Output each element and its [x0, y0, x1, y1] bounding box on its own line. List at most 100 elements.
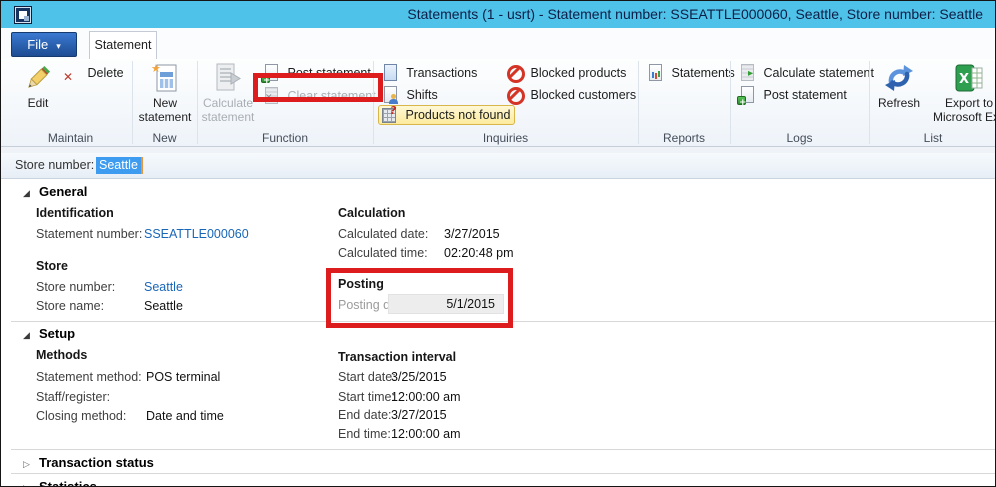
- start-time-value: 12:00:00 am: [391, 390, 461, 404]
- post-statement-log-button[interactable]: Post statement: [739, 86, 847, 106]
- edit-label: Edit: [28, 96, 49, 110]
- export-excel-button[interactable]: X Export to Microsoft Exc: [927, 62, 996, 124]
- statements-window: Statements (1 - usrt) - Statement number…: [0, 0, 996, 487]
- blocked-icon: [506, 86, 523, 103]
- expander-open-icon: [23, 188, 39, 199]
- group-label-reports: Reports: [638, 131, 730, 145]
- blocked-products-label: Blocked products: [530, 66, 626, 80]
- post-statement-button[interactable]: Post statement: [263, 64, 371, 84]
- statistics-title: Statistics: [39, 479, 97, 487]
- svg-text:X: X: [959, 72, 969, 87]
- setup-title: Setup: [39, 326, 75, 341]
- end-time-label: End time:: [338, 427, 391, 441]
- store-subheader: Store: [36, 259, 68, 273]
- blocked-customers-button[interactable]: Blocked customers: [506, 86, 636, 106]
- calculate-statement-button[interactable]: Calculate statement: [199, 62, 257, 124]
- products-not-found-button[interactable]: Products not found: [378, 105, 515, 125]
- shifts-icon: [382, 86, 399, 103]
- pencil-icon: [22, 62, 54, 94]
- expander-closed-icon: [23, 483, 39, 487]
- statements-report-label: Statements: [671, 66, 734, 80]
- file-menu-label: File: [27, 37, 48, 52]
- statement-method-value: POS terminal: [146, 370, 220, 384]
- general-title: General: [39, 184, 87, 199]
- delete-button[interactable]: ✕ Delete: [63, 64, 124, 84]
- calculated-date-value: 3/27/2015: [444, 227, 500, 241]
- new-statement-icon: ★: [149, 62, 181, 94]
- calculated-date-label: Calculated date:: [338, 227, 428, 241]
- post-statement-label: Post statement: [287, 66, 370, 80]
- calculation-subheader: Calculation: [338, 206, 405, 220]
- section-header-transaction-status[interactable]: Transaction status: [23, 455, 154, 470]
- file-menu-button[interactable]: File: [11, 32, 77, 57]
- blocked-customers-label: Blocked customers: [530, 88, 636, 102]
- transactions-button[interactable]: Transactions: [382, 64, 477, 84]
- section-header-general[interactable]: General: [23, 184, 87, 199]
- statement-number-label: Statement number:: [36, 227, 142, 241]
- end-time-value: 12:00:00 am: [391, 427, 461, 441]
- section-divider: [11, 321, 995, 322]
- clear-statement-label: Clear statement: [287, 89, 375, 103]
- store-number-value[interactable]: Seattle: [144, 280, 183, 294]
- filter-store-number-label: Store number:: [15, 158, 94, 172]
- expander-open-icon: [23, 330, 39, 341]
- calculate-statement-log-label: Calculate statement: [763, 66, 873, 80]
- blocked-products-button[interactable]: Blocked products: [506, 64, 626, 84]
- section-header-statistics[interactable]: Statistics: [23, 479, 97, 487]
- export-excel-label: Export to Microsoft Exc: [933, 96, 996, 124]
- staff-register-label: Staff/register:: [36, 390, 110, 404]
- statement-number-value[interactable]: SSEATTLE000060: [144, 227, 249, 241]
- refresh-icon: [883, 62, 915, 94]
- store-number-label: Store number:: [36, 280, 115, 294]
- statement-method-label: Statement method:: [36, 370, 142, 384]
- chevron-down-icon: [56, 35, 61, 58]
- filter-bar: Store number: Seattle: [1, 153, 995, 179]
- app-icon: [14, 6, 32, 24]
- transaction-status-title: Transaction status: [39, 455, 154, 470]
- end-date-value: 3/27/2015: [391, 408, 447, 422]
- clear-statement-icon: [263, 87, 280, 104]
- identification-subheader: Identification: [36, 206, 114, 220]
- edit-button[interactable]: Edit: [15, 62, 61, 110]
- titlebar[interactable]: Statements (1 - usrt) - Statement number…: [1, 1, 995, 28]
- section-divider: [11, 449, 995, 450]
- posting-date-input[interactable]: 5/1/2015: [388, 294, 504, 314]
- refresh-button[interactable]: Refresh: [873, 62, 925, 110]
- form-content: General Identification Statement number:…: [1, 179, 995, 486]
- group-label-maintain: Maintain: [9, 131, 132, 145]
- tab-row: File Statement: [1, 28, 995, 59]
- transactions-icon: [382, 64, 399, 81]
- window-title: Statements (1 - usrt) - Statement number…: [407, 6, 983, 22]
- blocked-icon: [506, 64, 523, 81]
- start-date-value: 3/25/2015: [391, 370, 447, 384]
- delete-x-icon: ✕: [63, 68, 80, 85]
- closing-method-label: Closing method:: [36, 409, 126, 423]
- clear-statement-button[interactable]: Clear statement: [263, 87, 376, 107]
- calculate-log-icon: [739, 64, 756, 81]
- section-divider: [11, 473, 995, 474]
- group-label-function: Function: [197, 131, 373, 145]
- svg-text:★: ★: [151, 62, 161, 75]
- store-name-label: Store name:: [36, 299, 104, 313]
- products-not-found-icon: [381, 106, 398, 123]
- start-time-label: Start time:: [338, 390, 395, 404]
- new-statement-label: New statement: [139, 96, 192, 124]
- section-header-setup[interactable]: Setup: [23, 326, 75, 341]
- shifts-label: Shifts: [406, 88, 437, 102]
- closing-method-value: Date and time: [146, 409, 224, 423]
- calculate-statement-log-button[interactable]: Calculate statement: [739, 64, 874, 84]
- statements-report-icon: [647, 64, 664, 81]
- ribbon: Edit ✕ Delete Maintain ★ New statement N…: [1, 59, 995, 147]
- filter-store-number-input[interactable]: Seattle: [96, 157, 143, 174]
- calculate-statement-icon: [212, 62, 244, 94]
- calculate-statement-label: Calculate statement: [202, 96, 255, 124]
- delete-label: Delete: [87, 66, 123, 80]
- store-name-value: Seattle: [144, 299, 183, 313]
- transactions-label: Transactions: [406, 66, 477, 80]
- statements-report-button[interactable]: Statements: [647, 64, 735, 84]
- calculated-time-value: 02:20:48 pm: [444, 246, 514, 260]
- new-statement-button[interactable]: ★ New statement: [137, 62, 193, 124]
- transaction-interval-subheader: Transaction interval: [338, 350, 456, 364]
- tab-statement[interactable]: Statement: [89, 31, 157, 59]
- excel-icon: X: [953, 62, 985, 94]
